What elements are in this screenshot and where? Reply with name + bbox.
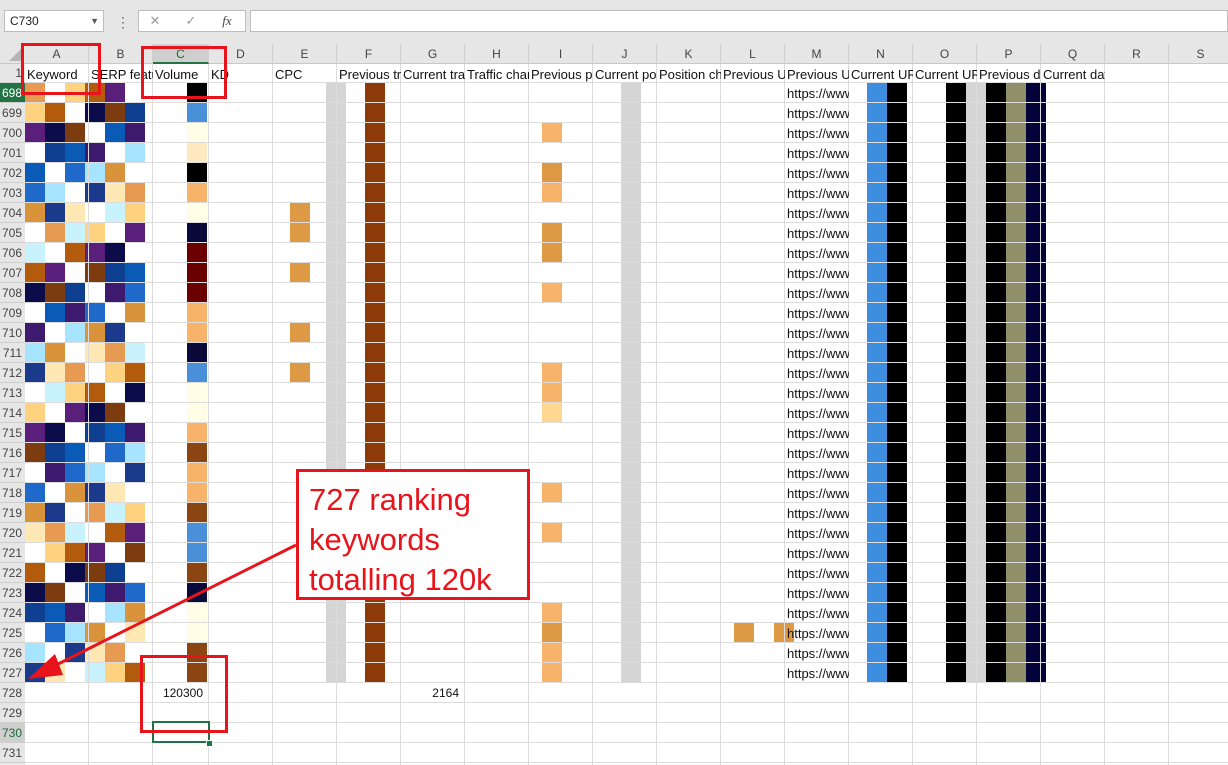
annotation-line: 727 ranking (309, 482, 472, 517)
annotation-callout: 727 ranking keywords totalling 120k (296, 469, 530, 600)
annotation-arrow (28, 543, 297, 679)
annotation-line: totalling 120k (309, 562, 492, 597)
annotation-line: keywords (309, 522, 440, 557)
spreadsheet-window: C730 ▼ ⋮ ✕ ✓ fx ABCDEFGHIJKLMNOPQRS 1 698… (0, 0, 1228, 765)
